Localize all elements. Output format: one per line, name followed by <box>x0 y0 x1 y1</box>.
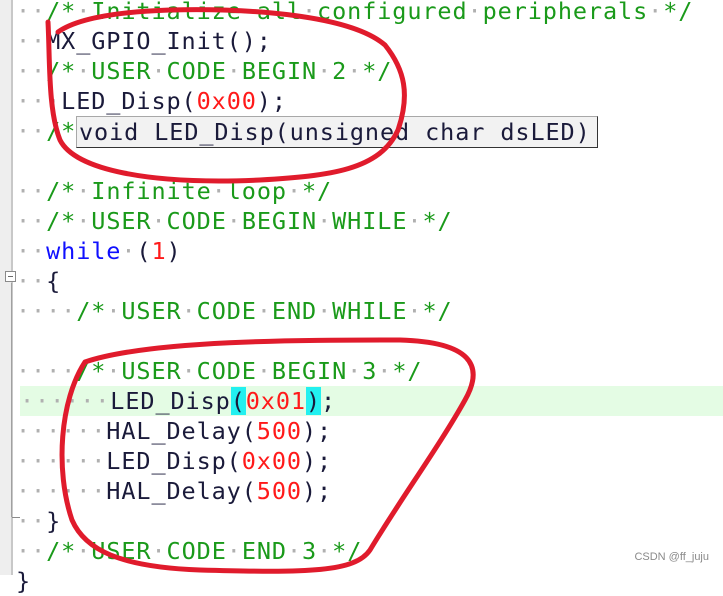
keyword: while <box>46 237 122 265</box>
indent-whitespace: ······ <box>16 447 107 475</box>
indent-whitespace: ···· <box>16 297 77 325</box>
matched-bracket: ( <box>230 387 246 415</box>
indent-whitespace: ·· <box>16 267 47 295</box>
numeric-literal: 0x00 <box>241 447 302 475</box>
numeric-literal: 500 <box>256 477 302 505</box>
code-line[interactable]: ······LED_Disp(0x00); <box>16 446 723 476</box>
indent-whitespace: ·· <box>16 237 47 265</box>
comment: /*·USER·CODE·BEGIN·2·*/ <box>46 57 393 85</box>
indent-whitespace: ·· <box>16 207 47 235</box>
code-token: LED_Disp( <box>61 87 197 115</box>
matched-bracket: ) <box>305 387 322 415</box>
code-line[interactable]: } <box>16 566 723 596</box>
code-line[interactable]: ··/*·USER·CODE·BEGIN·WHILE·*/ <box>16 206 723 236</box>
numeric-literal: 0x01 <box>245 387 306 415</box>
code-line[interactable]: ······HAL_Delay(500); <box>16 416 723 446</box>
indent-whitespace: ·· <box>16 177 47 205</box>
code-line[interactable]: ······LED_Disp(0x01); <box>20 386 723 416</box>
indent-whitespace: ······ <box>16 477 107 505</box>
code-token: } <box>16 567 32 595</box>
comment: /*·USER·CODE·BEGIN·3·*/ <box>76 357 423 385</box>
code-line[interactable]: ··MX_GPIO_Init(); <box>16 26 723 56</box>
code-line[interactable]: ··} <box>16 506 723 536</box>
code-token: } <box>46 507 62 535</box>
numeric-literal: 500 <box>256 417 302 445</box>
indent-whitespace: ···· <box>16 357 77 385</box>
numeric-literal: 1 <box>151 237 167 265</box>
code-token: ) <box>166 237 182 265</box>
code-token: LED_Disp( <box>106 447 242 475</box>
indent-whitespace: ······ <box>20 387 111 415</box>
code-line[interactable]: ····/*·USER·CODE·END·WHILE·*/ <box>16 296 723 326</box>
comment: /* <box>46 117 77 145</box>
indent-whitespace: ··· <box>16 87 62 115</box>
code-token: MX_GPIO_Init(); <box>46 27 272 55</box>
code-token: LED_Disp <box>110 387 231 415</box>
comment: /*·Infinite·loop·*/ <box>46 177 333 205</box>
code-token: ); <box>301 417 333 445</box>
indent-whitespace: ······ <box>16 417 107 445</box>
code-token: ); <box>301 477 333 505</box>
code-line[interactable]: ··/*·USER·CODE·END·3·*/ <box>16 536 723 566</box>
code-token: ); <box>256 87 287 115</box>
code-token: · <box>121 237 137 265</box>
code-token: ; <box>321 387 337 415</box>
gutter-margin <box>0 0 11 575</box>
indent-whitespace: ·· <box>16 57 47 85</box>
code-line[interactable]: ···LED_Disp(0x00); <box>16 86 723 116</box>
comment: /*·Initialize·all·configured·peripherals… <box>46 0 694 25</box>
watermark: CSDN @ff_juju <box>634 551 709 563</box>
comment: /*·USER·CODE·END·WHILE·*/ <box>76 297 453 325</box>
code-line[interactable]: ····/*·USER·CODE·BEGIN·3·*/ <box>16 356 723 386</box>
code-token: HAL_Delay( <box>106 477 257 505</box>
fold-range-line <box>11 283 12 517</box>
code-line[interactable]: ··/*·USER·CODE·BEGIN·2·*/ <box>16 56 723 86</box>
code-line[interactable]: ··/*·Initialize·all·configured·periphera… <box>16 0 723 26</box>
code-line[interactable] <box>16 326 723 356</box>
indent-whitespace: ·· <box>16 117 47 145</box>
indent-whitespace: ·· <box>16 27 47 55</box>
code-token: HAL_Delay( <box>106 417 257 445</box>
code-line[interactable]: ··/*·Infinite·loop·*/ <box>16 176 723 206</box>
code-line[interactable]: ··{ <box>16 266 723 296</box>
numeric-literal: 0x00 <box>196 87 257 115</box>
indent-whitespace: ·· <box>16 507 47 535</box>
code-line[interactable]: ······HAL_Delay(500); <box>16 476 723 506</box>
code-token: ( <box>136 237 152 265</box>
comment: /*·USER·CODE·BEGIN·WHILE·*/ <box>46 207 453 235</box>
function-signature-tooltip: void LED_Disp(unsigned char dsLED) <box>76 116 598 148</box>
indent-whitespace: ·· <box>16 537 47 565</box>
code-token: { <box>46 267 62 295</box>
fold-collapse-icon[interactable] <box>5 271 16 282</box>
code-line[interactable] <box>16 146 723 176</box>
indent-whitespace: ·· <box>16 0 47 25</box>
code-line[interactable]: ··while·(1) <box>16 236 723 266</box>
code-token: ); <box>301 447 333 475</box>
comment: /*·USER·CODE·END·3·*/ <box>46 537 363 565</box>
